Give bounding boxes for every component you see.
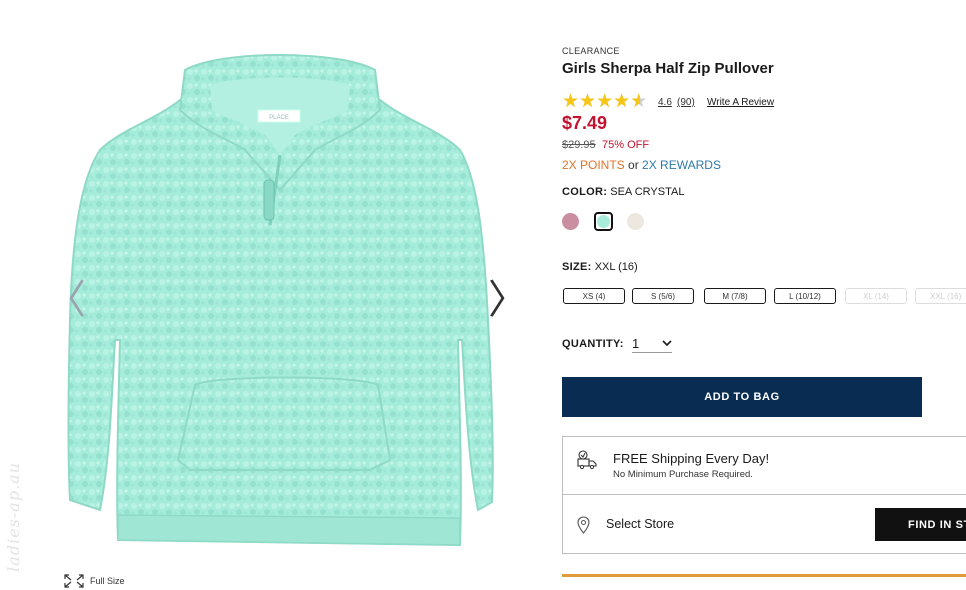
star-fill: ★ (630, 92, 641, 111)
color-swatch-pink[interactable] (562, 213, 579, 230)
find-in-store-button[interactable]: FIND IN STORE (875, 508, 966, 541)
size-selection: SIZE: XXL (16) (562, 261, 638, 273)
garment-tag: PLACE (269, 115, 289, 121)
size-option-l[interactable]: L (10/12) (774, 288, 836, 304)
product-title: Girls Sherpa Half Zip Pullover (562, 60, 774, 77)
size-label: SIZE: (562, 261, 592, 273)
star-icon: ★ ★ (562, 90, 580, 112)
free-shipping-title: FREE Shipping Every Day! (613, 451, 770, 466)
pullover-illustration: PLACE (67, 54, 494, 547)
size-value: XXL (16) (594, 261, 638, 273)
star-rating: ★ ★ ★ ★ ★ ★ ★ ★ ★ ★ (562, 92, 647, 111)
color-swatch-sea-crystal[interactable] (594, 212, 613, 231)
rating-value[interactable]: 4.6 (658, 97, 672, 108)
discount-label: 75% OFF (602, 139, 650, 151)
next-image-arrow[interactable]: 〉 (488, 280, 528, 320)
swatch-fill (597, 215, 610, 228)
watermark: ladies-ap.au (4, 462, 23, 572)
select-store-link[interactable]: Select Store (606, 517, 674, 531)
delivery-truck-icon (577, 450, 597, 470)
star-fill: ★ (596, 92, 614, 111)
full-size-label: Full Size (90, 576, 125, 586)
star-icon: ★ ★ (613, 90, 631, 112)
full-size-button[interactable]: Full Size (64, 574, 125, 588)
rewards-link[interactable]: 2X REWARDS (642, 158, 721, 172)
quantity-select[interactable]: 1 (632, 335, 672, 353)
size-option-xs[interactable]: XS (4) (563, 288, 625, 304)
star-icon: ★ ★ (596, 90, 614, 112)
product-image[interactable]: PLACE (60, 40, 500, 560)
star-fill: ★ (579, 92, 597, 111)
chevron-down-icon (662, 340, 672, 347)
points-or: or (628, 158, 639, 172)
color-swatch-cream[interactable] (627, 213, 644, 230)
quantity-label: QUANTITY: (562, 338, 624, 350)
rewards-line: 2X POINTS or 2X REWARDS (562, 158, 721, 172)
star-fill: ★ (562, 92, 580, 111)
star-icon: ★ ★ (579, 90, 597, 112)
size-option-xl[interactable]: XL (14) (845, 288, 907, 304)
previous-image-arrow[interactable]: 〈 (46, 280, 86, 320)
star-fill: ★ (613, 92, 631, 111)
size-option-xxl[interactable]: XXL (16) (915, 288, 966, 304)
size-option-s[interactable]: S (5/6) (632, 288, 694, 304)
quantity-value: 1 (632, 336, 640, 351)
color-value: SEA CRYSTAL (610, 186, 685, 198)
write-review-link[interactable]: Write A Review (707, 97, 774, 108)
location-pin-icon (577, 516, 590, 534)
panel-divider (562, 494, 966, 495)
original-price: $29.95 (562, 139, 596, 151)
free-shipping-subtitle: No Minimum Purchase Required. (613, 469, 753, 480)
star-icon: ★ ★ (630, 90, 648, 112)
rating-count-link[interactable]: (90) (677, 97, 695, 108)
clearance-badge: CLEARANCE (562, 46, 620, 56)
size-option-m[interactable]: M (7/8) (704, 288, 766, 304)
color-selection: COLOR: SEA CRYSTAL (562, 186, 684, 198)
color-label: COLOR: (562, 186, 608, 198)
sale-price: $7.49 (562, 113, 608, 133)
points-text: 2X POINTS (562, 158, 625, 172)
expand-icon (64, 574, 84, 588)
section-accent-bar (562, 574, 966, 577)
add-to-bag-button[interactable]: ADD TO BAG (562, 377, 922, 417)
